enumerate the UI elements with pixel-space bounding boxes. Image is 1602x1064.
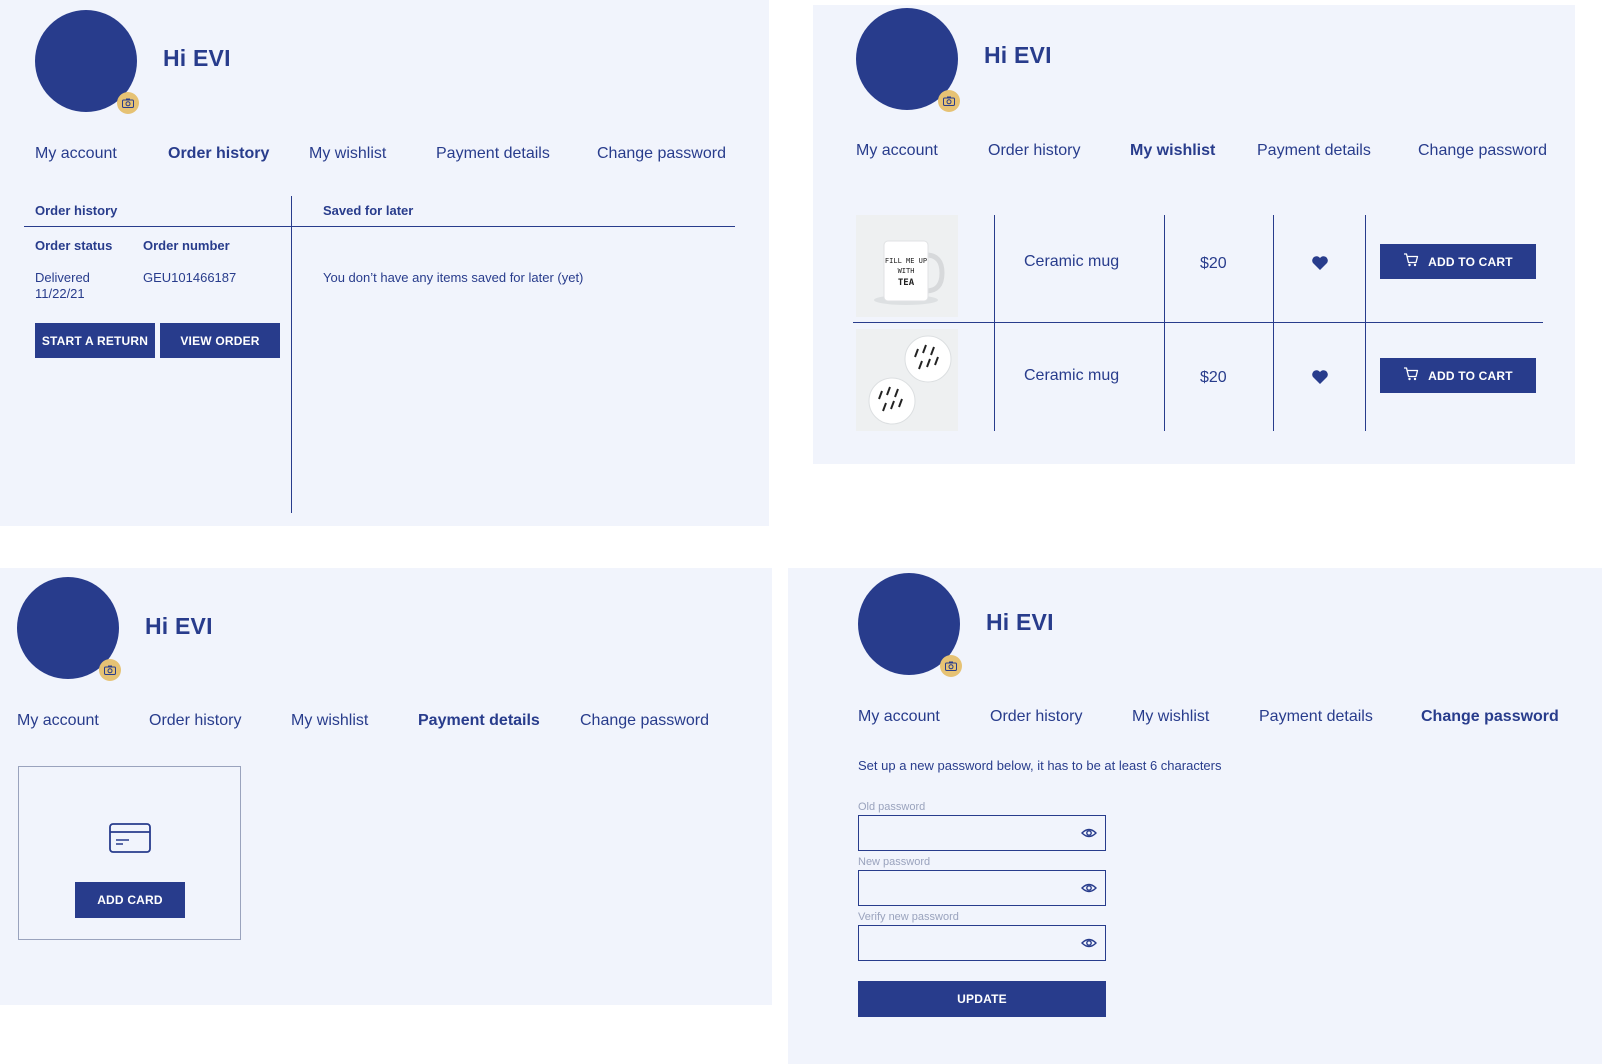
- new-password-field[interactable]: [858, 870, 1106, 906]
- tab-payment-details[interactable]: Payment details: [436, 145, 550, 163]
- product-image-mug-tea[interactable]: FILL ME UP WITH TEA: [856, 215, 958, 317]
- verify-password-label: Verify new password: [858, 911, 959, 923]
- tab-payment-details[interactable]: Payment details: [1257, 142, 1371, 160]
- tab-payment-details[interactable]: Payment details: [1259, 708, 1373, 726]
- camera-icon[interactable]: [117, 92, 139, 114]
- column-divider: [1273, 215, 1274, 431]
- tab-change-password[interactable]: Change password: [1421, 708, 1559, 726]
- cart-icon: [1403, 367, 1419, 384]
- camera-icon[interactable]: [938, 90, 960, 112]
- order-status-value: Delivered: [35, 270, 90, 285]
- order-history-panel: Hi EVI My account Order history My wishl…: [0, 0, 769, 526]
- column-divider: [994, 215, 995, 431]
- change-password-panel: Hi EVI My account Order history My wishl…: [788, 568, 1602, 1064]
- add-to-cart-label: ADD TO CART: [1428, 368, 1513, 383]
- tab-my-wishlist[interactable]: My wishlist: [291, 712, 368, 730]
- heart-icon[interactable]: [1311, 369, 1329, 385]
- camera-icon[interactable]: [940, 655, 962, 677]
- empty-saved-message: You don’t have any items saved for later…: [323, 270, 584, 285]
- eye-icon[interactable]: [1081, 826, 1097, 840]
- tab-my-wishlist[interactable]: My wishlist: [1132, 708, 1209, 726]
- tab-my-account[interactable]: My account: [17, 712, 99, 730]
- row-divider: [853, 322, 1543, 323]
- order-status-header: Order status: [35, 238, 113, 253]
- old-password-field[interactable]: [858, 815, 1106, 851]
- account-tabs: My account Order history My wishlist Pay…: [0, 712, 772, 736]
- order-history-heading: Order history: [35, 203, 118, 218]
- tab-order-history[interactable]: Order history: [988, 142, 1080, 160]
- tab-order-history[interactable]: Order history: [168, 145, 269, 163]
- column-divider: [1365, 215, 1366, 431]
- column-divider: [1164, 215, 1165, 431]
- product-name[interactable]: Ceramic mug: [1024, 367, 1119, 385]
- tab-my-wishlist[interactable]: My wishlist: [1130, 142, 1215, 160]
- tab-my-account[interactable]: My account: [35, 145, 117, 163]
- heart-icon[interactable]: [1311, 255, 1329, 271]
- tab-my-account[interactable]: My account: [856, 142, 938, 160]
- avatar[interactable]: [858, 573, 962, 677]
- column-divider: [291, 196, 292, 513]
- cart-icon: [1403, 253, 1419, 270]
- add-card-box: ADD CARD: [18, 766, 241, 940]
- greeting: Hi EVI: [984, 42, 1052, 68]
- eye-icon[interactable]: [1081, 936, 1097, 950]
- avatar[interactable]: [35, 10, 139, 114]
- eye-icon[interactable]: [1081, 881, 1097, 895]
- avatar[interactable]: [856, 8, 960, 112]
- product-price: $20: [1200, 255, 1227, 272]
- credit-card-icon: [109, 823, 151, 853]
- tab-order-history[interactable]: Order history: [990, 708, 1082, 726]
- product-name[interactable]: Ceramic mug: [1024, 253, 1119, 271]
- divider: [24, 226, 735, 227]
- wishlist-panel: Hi EVI My account Order history My wishl…: [813, 5, 1575, 464]
- old-password-label: Old password: [858, 801, 926, 813]
- svg-text:FILL ME UP: FILL ME UP: [885, 257, 927, 265]
- avatar[interactable]: [17, 577, 121, 681]
- greeting: Hi EVI: [145, 613, 213, 639]
- saved-for-later-heading: Saved for later: [323, 203, 414, 218]
- svg-text:TEA: TEA: [898, 278, 915, 288]
- greeting: Hi EVI: [163, 45, 231, 71]
- update-button[interactable]: UPDATE: [858, 981, 1106, 1017]
- tab-change-password[interactable]: Change password: [580, 712, 709, 730]
- svg-text:WITH: WITH: [898, 267, 915, 275]
- password-instructions: Set up a new password below, it has to b…: [858, 758, 1222, 773]
- tab-my-wishlist[interactable]: My wishlist: [309, 145, 386, 163]
- add-to-cart-button[interactable]: ADD TO CART: [1380, 358, 1536, 393]
- tab-my-account[interactable]: My account: [858, 708, 940, 726]
- view-order-button[interactable]: VIEW ORDER: [160, 323, 280, 358]
- product-price: $20: [1200, 369, 1227, 386]
- add-to-cart-button[interactable]: ADD TO CART: [1380, 244, 1536, 279]
- account-tabs: My account Order history My wishlist Pay…: [813, 142, 1575, 166]
- order-number-header: Order number: [143, 238, 230, 253]
- start-return-button[interactable]: START A RETURN: [35, 323, 155, 358]
- tab-change-password[interactable]: Change password: [597, 145, 726, 163]
- add-card-button[interactable]: ADD CARD: [75, 882, 185, 918]
- account-tabs: My account Order history My wishlist Pay…: [0, 145, 769, 169]
- tab-change-password[interactable]: Change password: [1418, 142, 1547, 160]
- new-password-label: New password: [858, 856, 931, 868]
- add-to-cart-label: ADD TO CART: [1428, 254, 1513, 269]
- verify-password-field[interactable]: [858, 925, 1106, 961]
- camera-icon[interactable]: [99, 659, 121, 681]
- order-date-value: 11/22/21: [35, 286, 85, 301]
- product-image-mug-pattern[interactable]: [856, 329, 958, 431]
- tab-payment-details[interactable]: Payment details: [418, 712, 540, 730]
- tab-order-history[interactable]: Order history: [149, 712, 241, 730]
- payment-details-panel: Hi EVI My account Order history My wishl…: [0, 568, 772, 1005]
- account-tabs: My account Order history My wishlist Pay…: [788, 708, 1602, 732]
- order-number-value: GEU101466187: [143, 270, 237, 285]
- greeting: Hi EVI: [986, 609, 1054, 635]
